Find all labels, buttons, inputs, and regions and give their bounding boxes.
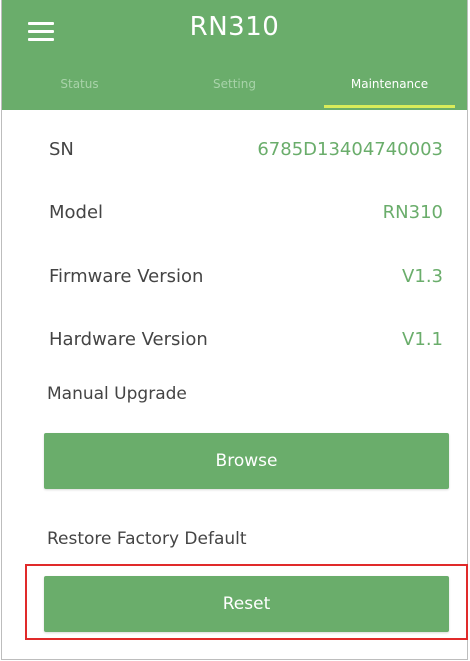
browse-button[interactable]: Browse — [44, 433, 449, 489]
info-row-hardware: Hardware Version V1.1 — [2, 321, 467, 361]
hardware-label: Hardware Version — [49, 329, 208, 350]
app-screen: RN310 Status Setting Maintenance SN 6785… — [1, 0, 468, 660]
app-header: RN310 Status Setting Maintenance — [2, 0, 467, 110]
reset-button[interactable]: Reset — [44, 576, 449, 632]
tab-bar: Status Setting Maintenance — [2, 70, 467, 110]
firmware-value: V1.3 — [402, 266, 443, 287]
tab-setting[interactable]: Setting — [157, 70, 312, 110]
tab-maintenance-label: Maintenance — [350, 77, 429, 91]
info-row-sn: SN 6785D13404740003 — [2, 131, 467, 171]
tab-setting-label: Setting — [213, 77, 256, 91]
model-label: Model — [49, 202, 104, 223]
sn-label: SN — [49, 139, 74, 160]
sn-value: 6785D13404740003 — [257, 139, 443, 160]
hardware-value: V1.1 — [402, 329, 443, 350]
info-row-firmware: Firmware Version V1.3 — [2, 258, 467, 298]
tab-maintenance[interactable]: Maintenance — [312, 70, 467, 110]
model-value: RN310 — [382, 202, 443, 223]
tab-status[interactable]: Status — [2, 70, 157, 110]
info-row-model: Model RN310 — [2, 194, 467, 234]
tab-status-label: Status — [60, 77, 99, 91]
firmware-label: Firmware Version — [49, 266, 204, 287]
active-tab-indicator — [324, 105, 455, 108]
manual-upgrade-label: Manual Upgrade — [47, 384, 187, 404]
page-title: RN310 — [189, 12, 280, 42]
restore-factory-default-label: Restore Factory Default — [47, 529, 247, 549]
